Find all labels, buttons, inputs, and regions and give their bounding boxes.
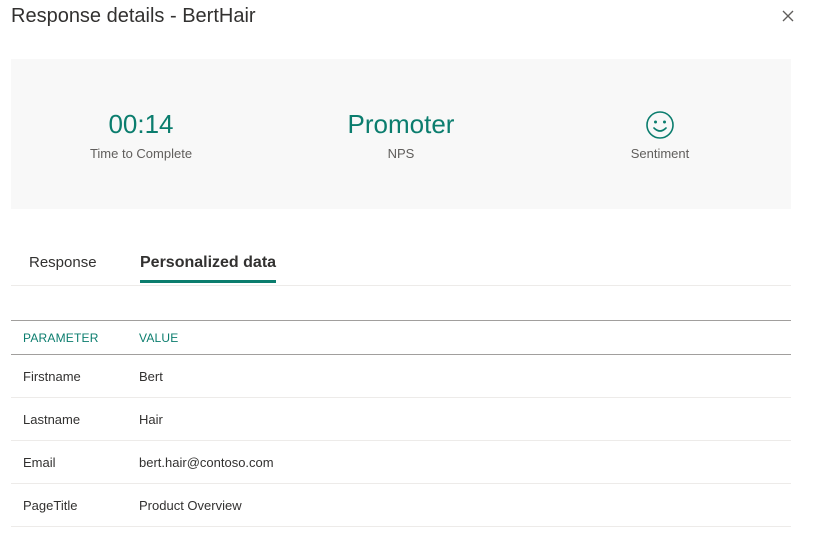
table-row: Email bert.hair@contoso.com bbox=[11, 441, 791, 484]
table-row: PageTitle Product Overview bbox=[11, 484, 791, 527]
nps-value: Promoter bbox=[347, 109, 455, 139]
tab-personalized-data[interactable]: Personalized data bbox=[140, 253, 277, 283]
close-icon bbox=[782, 10, 794, 22]
column-header-parameter: PARAMETER bbox=[23, 331, 99, 345]
value-cell: Product Overview bbox=[139, 498, 242, 513]
personalized-data-table: PARAMETER VALUE Firstname Bert Lastname … bbox=[11, 320, 791, 527]
time-to-complete-metric: 00:14 Time to Complete bbox=[41, 59, 241, 209]
time-to-complete-label: Time to Complete bbox=[89, 146, 193, 161]
summary-card: 00:14 Time to Complete Promoter NPS Sent… bbox=[11, 59, 791, 209]
parameter-cell: Lastname bbox=[23, 412, 81, 427]
smiley-icon bbox=[646, 111, 674, 139]
tab-response[interactable]: Response bbox=[29, 253, 97, 282]
column-header-value: VALUE bbox=[139, 331, 179, 345]
sentiment-metric: Sentiment bbox=[560, 59, 760, 209]
table-row: Lastname Hair bbox=[11, 398, 791, 441]
parameter-cell: Email bbox=[23, 455, 56, 470]
nps-label: NPS bbox=[387, 146, 415, 161]
parameter-cell: Firstname bbox=[23, 369, 81, 384]
panel-title: Response details - BertHair bbox=[11, 5, 256, 27]
close-button[interactable] bbox=[780, 8, 796, 24]
sentiment-label: Sentiment bbox=[630, 146, 690, 161]
value-cell: bert.hair@contoso.com bbox=[139, 455, 274, 470]
time-to-complete-value: 00:14 bbox=[108, 109, 174, 139]
table-header: PARAMETER VALUE bbox=[11, 321, 791, 355]
nps-metric: Promoter NPS bbox=[301, 59, 501, 209]
response-details-panel: Response details - BertHair 00:14 Time t… bbox=[0, 0, 813, 553]
table-row: Firstname Bert bbox=[11, 355, 791, 398]
tab-bar: Response Personalized data bbox=[11, 240, 791, 286]
parameter-cell: PageTitle bbox=[23, 498, 78, 513]
value-cell: Hair bbox=[139, 412, 163, 427]
value-cell: Bert bbox=[139, 369, 163, 384]
